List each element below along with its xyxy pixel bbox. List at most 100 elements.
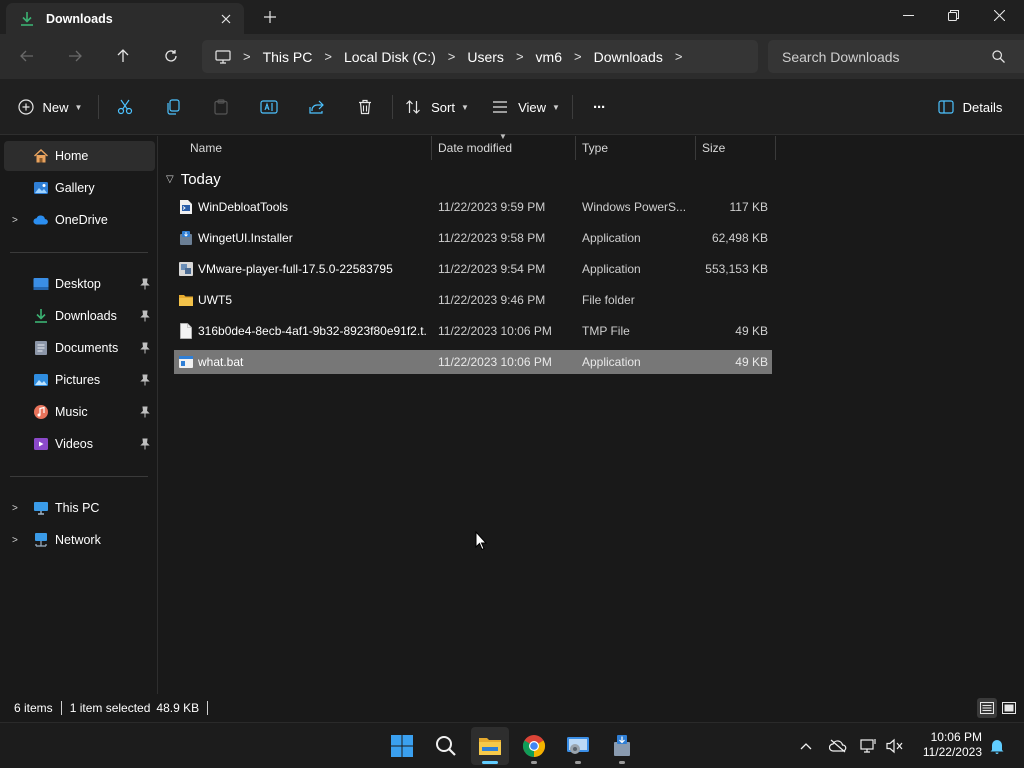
close-icon: [993, 9, 1005, 21]
file-row[interactable]: WinDebloatTools 11/22/2023 9:59 PM Windo…: [174, 195, 772, 219]
minimize-button[interactable]: [885, 0, 931, 30]
paste-button[interactable]: [206, 91, 236, 123]
sidebar-item-gallery[interactable]: Gallery: [4, 173, 155, 203]
group-header-today[interactable]: ▽ Today: [166, 168, 221, 190]
breadcrumb-downloads[interactable]: Downloads: [594, 40, 663, 73]
chevron-up-icon: [800, 743, 812, 750]
column-header-name[interactable]: Name: [184, 136, 432, 160]
divider: [572, 95, 573, 119]
breadcrumb-local-disk[interactable]: Local Disk (C:): [344, 40, 436, 73]
file-row[interactable]: WingetUI.Installer 11/22/2023 9:58 PM Ap…: [174, 226, 772, 250]
file-row[interactable]: VMware-player-full-17.5.0-22583795 11/22…: [174, 257, 772, 281]
forward-button[interactable]: [59, 42, 91, 70]
pin-icon[interactable]: [139, 374, 151, 386]
divider: [392, 95, 393, 119]
selection-size: 48.9 KB: [156, 701, 200, 715]
show-hidden-icons-button[interactable]: [795, 735, 817, 757]
sidebar-item-music[interactable]: Music: [4, 397, 155, 427]
search-icon[interactable]: [992, 50, 1005, 63]
expand-chevron-icon[interactable]: >: [12, 535, 22, 546]
file-row[interactable]: UWT5 11/22/2023 9:46 PM File folder: [174, 288, 772, 312]
more-options-button[interactable]: ···: [584, 91, 614, 123]
close-tab-button[interactable]: [212, 7, 240, 31]
details-pane-button[interactable]: Details: [934, 91, 1006, 123]
file-list: Name Date modified Type Size ▼ ▽ Today W…: [160, 132, 1024, 694]
search-box[interactable]: [768, 40, 1024, 73]
breadcrumb-this-pc[interactable]: This PC: [263, 40, 313, 73]
running-indicator: [531, 761, 537, 764]
sidebar-item-label: Documents: [55, 341, 119, 355]
sidebar-item-pictures[interactable]: Pictures: [4, 365, 155, 395]
back-button[interactable]: [11, 42, 43, 70]
details-label: Details: [962, 99, 1003, 115]
start-button[interactable]: [383, 727, 421, 765]
sidebar-item-desktop[interactable]: Desktop: [4, 269, 155, 299]
tab-title: Downloads: [46, 11, 113, 26]
refresh-button[interactable]: [155, 42, 187, 70]
rename-button[interactable]: [254, 91, 284, 123]
search-taskbar-button[interactable]: [427, 727, 465, 765]
file-explorer-taskbar-button[interactable]: [471, 727, 509, 765]
pin-icon[interactable]: [139, 310, 151, 322]
settings-app-taskbar-button[interactable]: [559, 727, 597, 765]
breadcrumb-chevron-icon[interactable]: >: [663, 49, 695, 64]
system-clock[interactable]: 10:06 PM 11/22/2023: [910, 730, 982, 760]
chrome-taskbar-button[interactable]: [515, 727, 553, 765]
column-header-size[interactable]: Size: [696, 136, 776, 160]
sidebar-item-network[interactable]: > Network: [4, 525, 155, 555]
sidebar-item-videos[interactable]: Videos: [4, 429, 155, 459]
column-header-type[interactable]: Type: [576, 136, 696, 160]
file-name: UWT5: [198, 293, 232, 307]
breadcrumb-chevron-icon[interactable]: >: [562, 49, 594, 64]
cut-button[interactable]: [110, 91, 140, 123]
installer-icon: [614, 735, 630, 756]
command-bar: New ▼ Sort ▼ View ▼ ··· Details: [0, 79, 1024, 135]
tab-downloads[interactable]: Downloads: [6, 3, 244, 34]
expand-chevron-icon[interactable]: >: [12, 215, 22, 226]
tiles-view-button[interactable]: [999, 698, 1019, 718]
file-date: 11/22/2023 9:59 PM: [438, 200, 546, 214]
file-row[interactable]: 316b0de4-8ecb-4af1-9b32-8923f80e91f2.t..…: [174, 319, 772, 343]
address-bar[interactable]: > This PC > Local Disk (C:) > Users > vm…: [202, 40, 758, 73]
file-type: Application: [582, 262, 641, 276]
copy-button[interactable]: [158, 91, 188, 123]
sidebar-item-documents[interactable]: Documents: [4, 333, 155, 363]
notifications-button[interactable]: [986, 735, 1008, 757]
new-tab-button[interactable]: [256, 5, 284, 29]
breadcrumb-chevron-icon[interactable]: >: [312, 49, 344, 64]
folder-icon: [178, 292, 194, 308]
onedrive-tray-button[interactable]: [827, 735, 849, 757]
network-tray-button[interactable]: [858, 735, 880, 757]
restore-button[interactable]: [930, 0, 976, 30]
up-button[interactable]: [107, 42, 139, 70]
view-button[interactable]: View ▼: [492, 91, 560, 123]
expand-chevron-icon[interactable]: >: [12, 503, 22, 514]
pin-icon[interactable]: [139, 278, 151, 290]
delete-button[interactable]: [350, 91, 380, 123]
search-input[interactable]: [782, 48, 992, 65]
share-button[interactable]: [302, 91, 332, 123]
breadcrumb-chevron-icon[interactable]: >: [436, 49, 468, 64]
clock-time: 10:06 PM: [930, 730, 982, 744]
pin-icon[interactable]: [139, 406, 151, 418]
breadcrumb-chevron-icon[interactable]: >: [504, 49, 536, 64]
breadcrumb-chevron-icon[interactable]: >: [231, 49, 263, 64]
close-window-button[interactable]: [976, 0, 1022, 30]
sidebar-item-home[interactable]: Home: [4, 141, 155, 171]
sidebar-item-downloads[interactable]: Downloads: [4, 301, 155, 331]
new-button[interactable]: New ▼: [14, 91, 86, 123]
sidebar-item-label: This PC: [55, 501, 100, 515]
file-row-selected[interactable]: what.bat 11/22/2023 10:06 PM Application…: [174, 350, 772, 374]
pin-icon[interactable]: [139, 438, 151, 450]
installer-taskbar-button[interactable]: [603, 727, 641, 765]
sidebar-item-onedrive[interactable]: > OneDrive: [4, 205, 155, 235]
clock-date: 11/22/2023: [922, 745, 982, 759]
sort-button[interactable]: Sort ▼: [404, 91, 470, 123]
sidebar-item-this-pc[interactable]: > This PC: [4, 493, 155, 523]
breadcrumb-users[interactable]: Users: [467, 40, 504, 73]
details-view-button[interactable]: [977, 698, 997, 718]
breadcrumb-vm6[interactable]: vm6: [536, 40, 562, 73]
collapse-chevron-icon[interactable]: ▽: [166, 174, 174, 185]
pin-icon[interactable]: [139, 342, 151, 354]
volume-tray-button[interactable]: [884, 735, 906, 757]
